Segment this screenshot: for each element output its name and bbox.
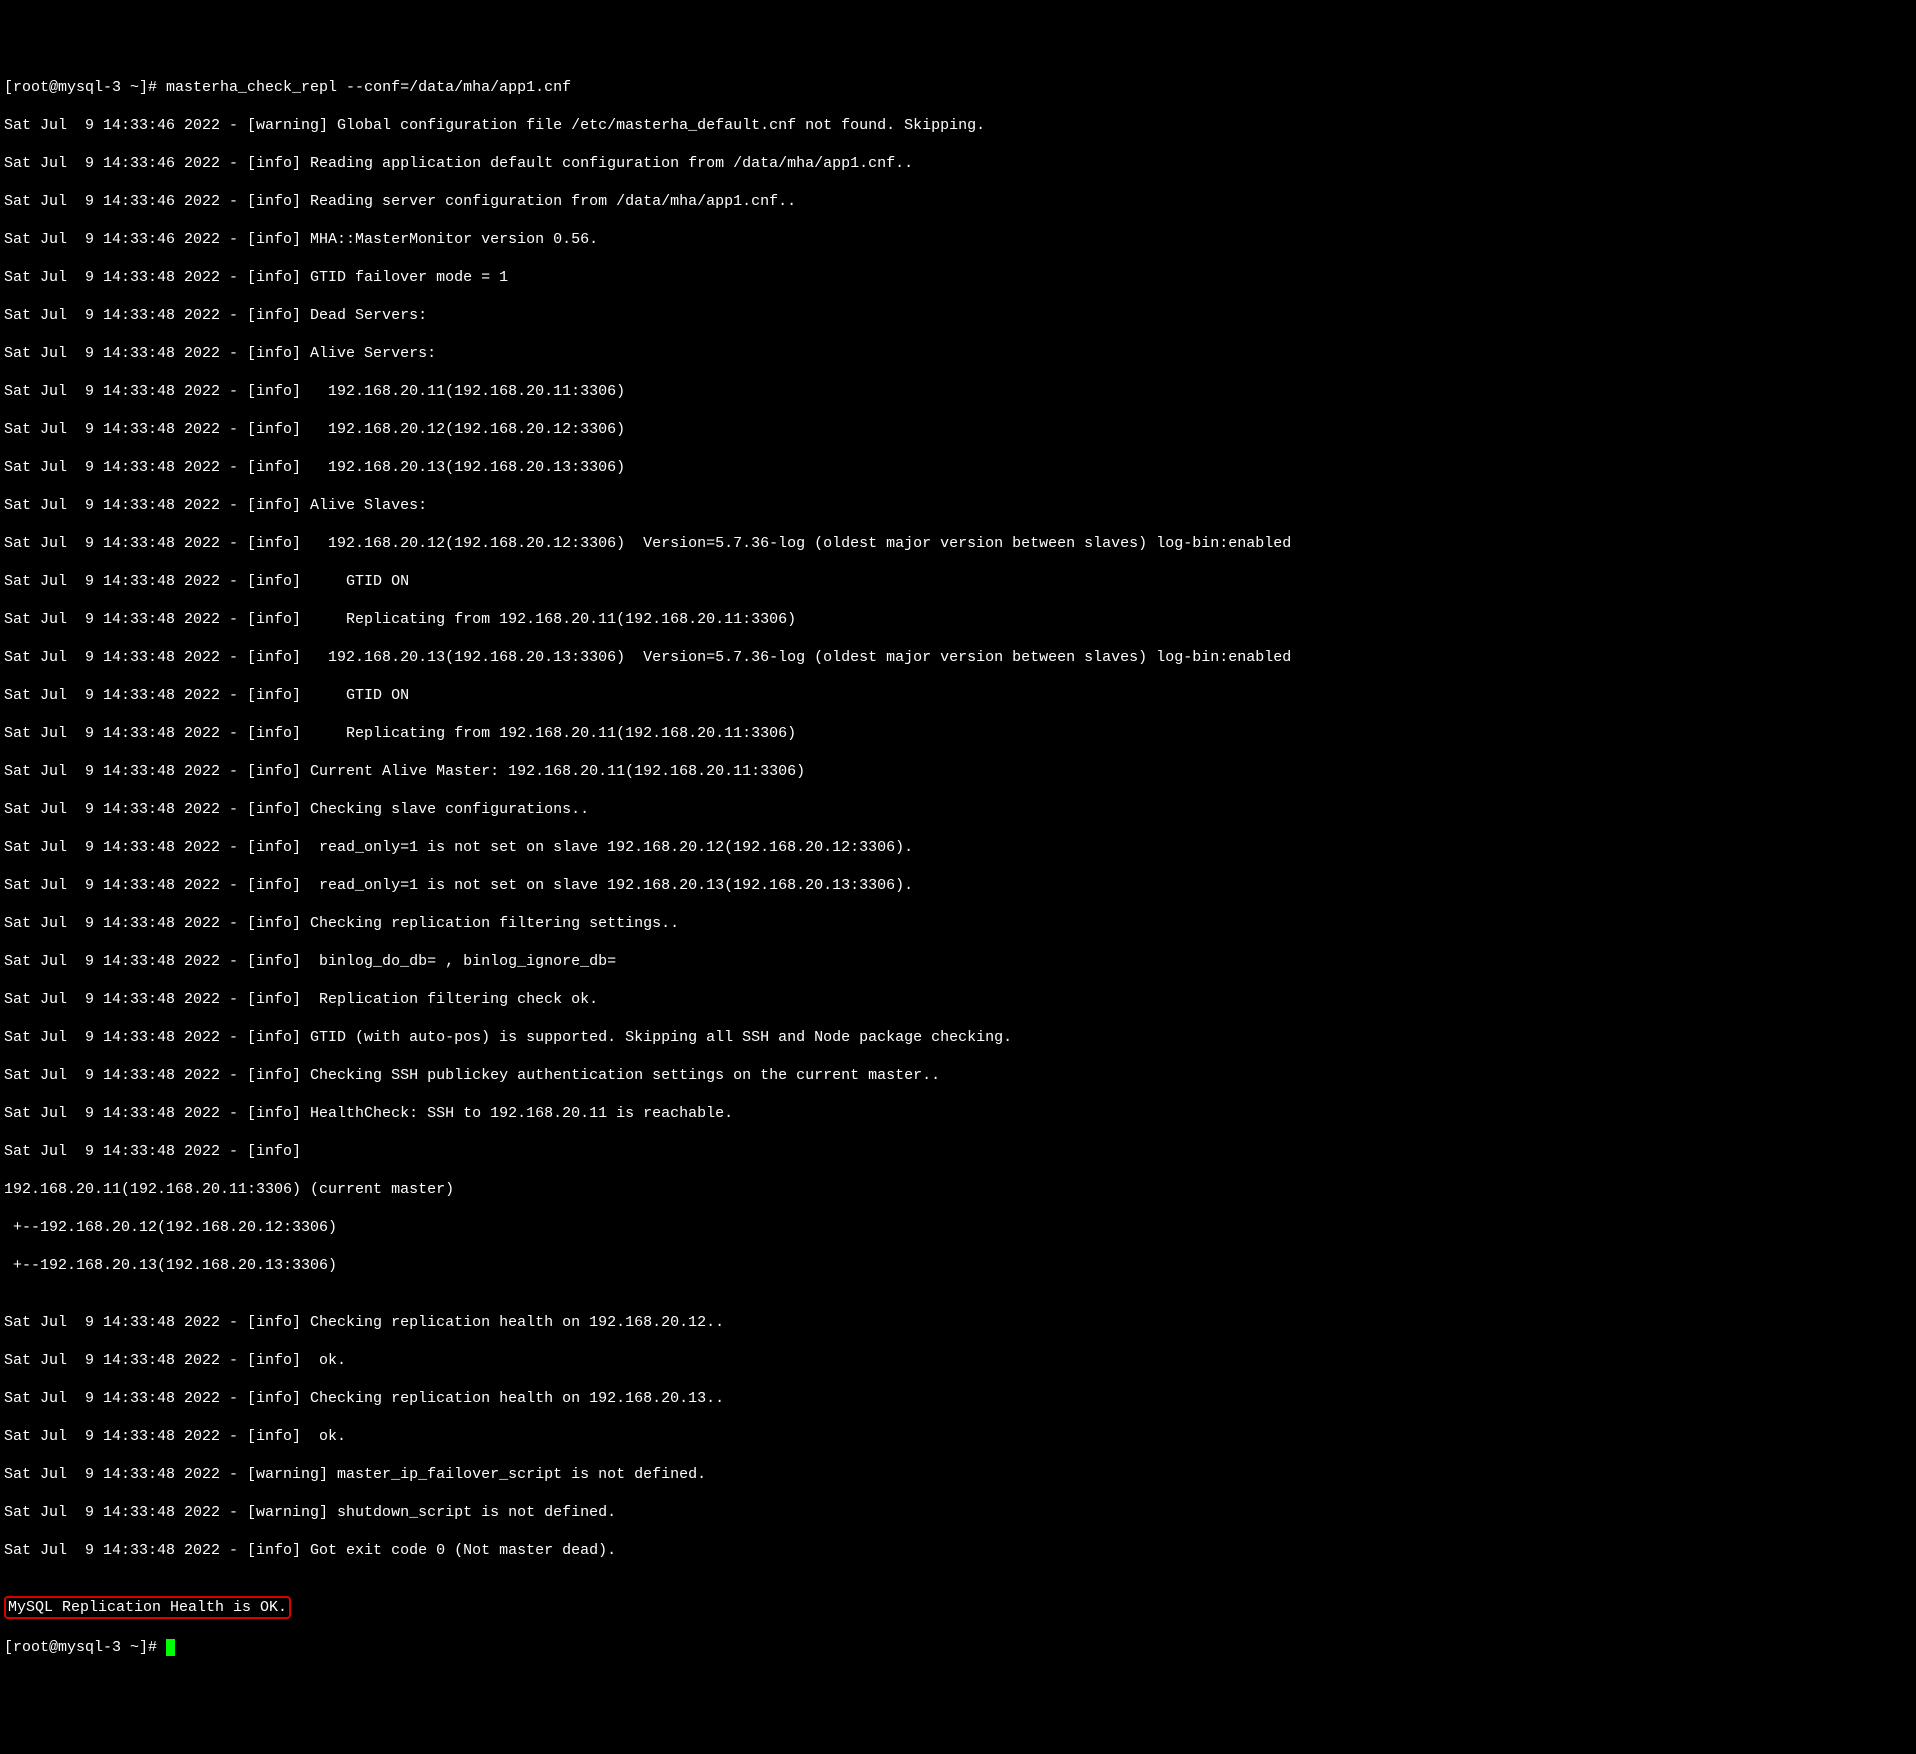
log-line: Sat Jul 9 14:33:48 2022 - [info] 192.168…	[4, 382, 1912, 401]
cursor[interactable]	[166, 1639, 175, 1656]
log-line: +--192.168.20.12(192.168.20.12:3306)	[4, 1218, 1912, 1237]
log-line: Sat Jul 9 14:33:48 2022 - [warning] shut…	[4, 1503, 1912, 1522]
log-line: Sat Jul 9 14:33:48 2022 - [info] GTID fa…	[4, 268, 1912, 287]
terminal-output[interactable]: [root@mysql-3 ~]# masterha_check_repl --…	[4, 78, 1912, 1657]
log-line: Sat Jul 9 14:33:46 2022 - [warning] Glob…	[4, 116, 1912, 135]
log-line: Sat Jul 9 14:33:48 2022 - [info] binlog_…	[4, 952, 1912, 971]
log-line: Sat Jul 9 14:33:48 2022 - [info] Checkin…	[4, 1066, 1912, 1085]
log-line: +--192.168.20.13(192.168.20.13:3306)	[4, 1256, 1912, 1275]
log-line: Sat Jul 9 14:33:48 2022 - [info] Replica…	[4, 724, 1912, 743]
log-line: Sat Jul 9 14:33:48 2022 - [info] Checkin…	[4, 1389, 1912, 1408]
log-line: Sat Jul 9 14:33:48 2022 - [info] ok.	[4, 1427, 1912, 1446]
log-line: Sat Jul 9 14:33:48 2022 - [info] Current…	[4, 762, 1912, 781]
log-line: Sat Jul 9 14:33:48 2022 - [warning] mast…	[4, 1465, 1912, 1484]
log-line: Sat Jul 9 14:33:46 2022 - [info] Reading…	[4, 192, 1912, 211]
log-line: Sat Jul 9 14:33:48 2022 - [info] Checkin…	[4, 1313, 1912, 1332]
log-line: Sat Jul 9 14:33:48 2022 - [info] 192.168…	[4, 458, 1912, 477]
log-line: Sat Jul 9 14:33:48 2022 - [info] Dead Se…	[4, 306, 1912, 325]
log-line: Sat Jul 9 14:33:48 2022 - [info] Checkin…	[4, 914, 1912, 933]
shell-command: masterha_check_repl --conf=/data/mha/app…	[166, 79, 571, 96]
log-line: Sat Jul 9 14:33:46 2022 - [info] MHA::Ma…	[4, 230, 1912, 249]
log-line: Sat Jul 9 14:33:48 2022 - [info] Got exi…	[4, 1541, 1912, 1560]
log-line: Sat Jul 9 14:33:48 2022 - [info] read_on…	[4, 876, 1912, 895]
log-line: Sat Jul 9 14:33:48 2022 - [info] Replica…	[4, 990, 1912, 1009]
log-line: Sat Jul 9 14:33:48 2022 - [info] read_on…	[4, 838, 1912, 857]
command-line: [root@mysql-3 ~]#	[4, 1638, 1912, 1657]
log-line: Sat Jul 9 14:33:48 2022 - [info] GTID ON	[4, 686, 1912, 705]
result-highlight: MySQL Replication Health is OK.	[4, 1596, 291, 1619]
log-line: Sat Jul 9 14:33:48 2022 - [info] Checkin…	[4, 800, 1912, 819]
shell-prompt: [root@mysql-3 ~]#	[4, 1639, 166, 1656]
log-line: Sat Jul 9 14:33:48 2022 - [info] 192.168…	[4, 420, 1912, 439]
log-line: Sat Jul 9 14:33:48 2022 - [info] GTID (w…	[4, 1028, 1912, 1047]
log-line: Sat Jul 9 14:33:48 2022 - [info] ok.	[4, 1351, 1912, 1370]
log-line: Sat Jul 9 14:33:48 2022 - [info] GTID ON	[4, 572, 1912, 591]
log-line: Sat Jul 9 14:33:46 2022 - [info] Reading…	[4, 154, 1912, 173]
log-line: Sat Jul 9 14:33:48 2022 - [info]	[4, 1142, 1912, 1161]
shell-prompt: [root@mysql-3 ~]#	[4, 79, 166, 96]
log-line: Sat Jul 9 14:33:48 2022 - [info] Replica…	[4, 610, 1912, 629]
result-line: MySQL Replication Health is OK.	[4, 1598, 1912, 1619]
log-line: Sat Jul 9 14:33:48 2022 - [info] HealthC…	[4, 1104, 1912, 1123]
log-line: Sat Jul 9 14:33:48 2022 - [info] Alive S…	[4, 344, 1912, 363]
command-line: [root@mysql-3 ~]# masterha_check_repl --…	[4, 78, 1912, 97]
log-line: 192.168.20.11(192.168.20.11:3306) (curre…	[4, 1180, 1912, 1199]
log-line: Sat Jul 9 14:33:48 2022 - [info] 192.168…	[4, 534, 1912, 553]
log-line: Sat Jul 9 14:33:48 2022 - [info] Alive S…	[4, 496, 1912, 515]
log-line: Sat Jul 9 14:33:48 2022 - [info] 192.168…	[4, 648, 1912, 667]
